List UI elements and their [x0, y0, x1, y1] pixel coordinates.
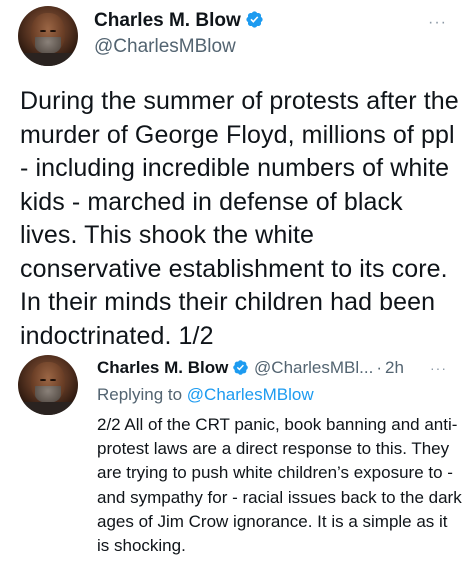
replying-to-mention-link[interactable]: @CharlesMBlow [187, 385, 314, 404]
main-tweet-text: During the summer of protests after the … [20, 87, 459, 350]
main-author-name[interactable]: Charles M. Blow [94, 10, 241, 31]
reply-header: Charles M. Blow @CharlesMBl... · 2h [97, 358, 404, 378]
reply-author-avatar[interactable] [18, 355, 78, 415]
replying-to-label: Replying to [97, 385, 183, 404]
reply-timestamp[interactable]: 2h [385, 358, 404, 377]
reply-author-handle[interactable]: @CharlesMBl... [254, 358, 373, 377]
reply-author-name[interactable]: Charles M. Blow [97, 358, 228, 377]
verified-badge-icon [233, 360, 249, 375]
main-author-name-row[interactable]: Charles M. Blow [94, 10, 264, 32]
main-author-avatar[interactable] [18, 6, 78, 66]
reply-tweet-text: 2/2 All of the CRT panic, book banning a… [97, 415, 462, 556]
separator-dot: · [376, 358, 383, 377]
verified-badge-icon [246, 11, 263, 28]
replying-to-line: Replying to @CharlesMBlow [97, 385, 314, 405]
more-options-icon[interactable]: ··· [430, 360, 447, 376]
more-options-icon[interactable]: ··· [428, 14, 447, 32]
main-author-handle[interactable]: @CharlesMBlow [94, 36, 236, 58]
